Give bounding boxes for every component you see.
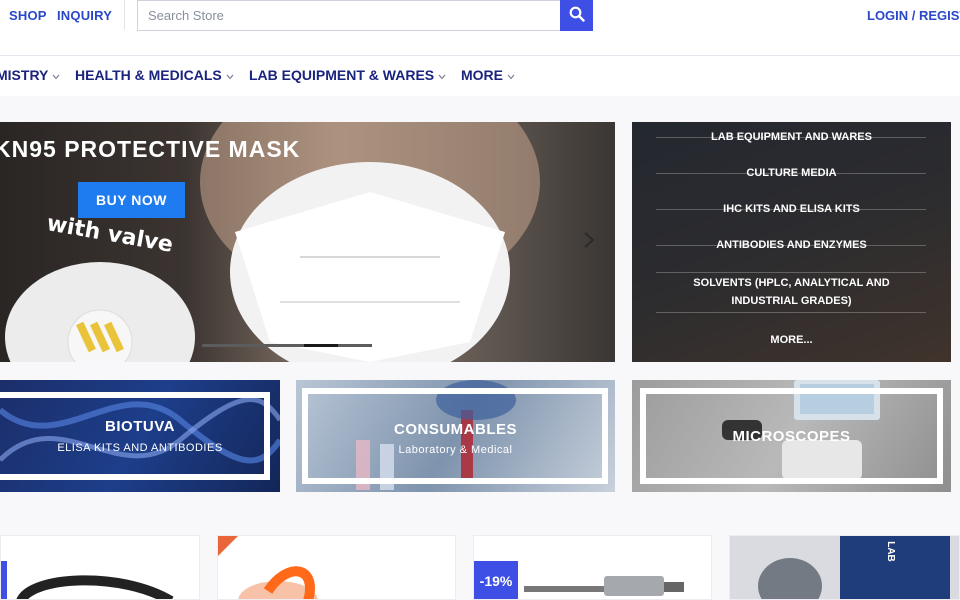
chevron-right-icon: [583, 231, 595, 254]
slider-dots: [202, 344, 372, 347]
slider-dot-active[interactable]: [304, 344, 338, 347]
product-image: [218, 536, 318, 599]
product-card[interactable]: [0, 535, 200, 600]
banner-consumables[interactable]: CONSUMABLES Laboratory & Medical: [296, 380, 615, 492]
divider: [656, 312, 926, 313]
category-more[interactable]: MORE...: [632, 331, 951, 349]
banner-frame: [0, 392, 270, 480]
divider: [656, 272, 926, 273]
category-menu: LAB EQUIPMENT AND WARES CULTURE MEDIA IH…: [632, 122, 951, 362]
nav-item-label: MISTRY: [0, 67, 49, 83]
banner-title: CONSUMABLES: [393, 421, 517, 438]
buy-now-button[interactable]: BUY NOW: [78, 182, 185, 218]
search-icon: [569, 6, 585, 25]
category-ihc-elisa-kits[interactable]: IHC KITS AND ELISA KITS: [632, 200, 951, 218]
chevron-down-icon: [226, 67, 234, 83]
nav-item-more[interactable]: MORE: [461, 67, 515, 83]
shop-link[interactable]: SHOP: [9, 8, 47, 23]
banner-subtitle: Laboratory & Medical: [398, 444, 513, 456]
product-image: [524, 576, 684, 596]
banner-title: BIOTUVA: [105, 418, 175, 435]
hero-slider: KN95 PROTECTIVE MASK BUY NOW with valve: [0, 122, 615, 362]
category-lab-equipment[interactable]: LAB EQUIPMENT AND WARES: [632, 128, 951, 146]
search-input[interactable]: [137, 0, 560, 31]
nav-item-label: LAB EQUIPMENT & WARES: [249, 67, 435, 83]
nav-item-label: MORE: [461, 67, 503, 83]
chevron-down-icon: [507, 67, 515, 83]
product-box-label: LAB: [884, 541, 896, 562]
main-nav: MISTRY HEALTH & MEDICALS LAB EQUIPMENT &…: [0, 56, 960, 96]
divider: [124, 0, 125, 30]
slider-dot[interactable]: [202, 344, 236, 347]
banner-biotuva[interactable]: BIOTUVA ELISA KITS AND ANTIBODIES: [0, 380, 280, 492]
banner-subtitle: ELISA KITS AND ANTIBODIES: [57, 442, 223, 454]
slider-dot[interactable]: [270, 344, 304, 347]
chevron-down-icon: [52, 67, 60, 83]
category-solvents[interactable]: SOLVENTS (HPLC, ANALYTICAL AND: [632, 274, 951, 292]
slider-next-button[interactable]: [578, 228, 600, 256]
slider-dot[interactable]: [338, 344, 372, 347]
product-card[interactable]: LAB: [729, 535, 960, 600]
nav-item-health-medicals[interactable]: HEALTH & MEDICALS: [75, 67, 234, 83]
product-card[interactable]: [217, 535, 456, 600]
login-register-link[interactable]: LOGIN / REGIST: [867, 8, 960, 23]
nav-item-lab-equipment[interactable]: LAB EQUIPMENT & WARES: [249, 67, 446, 83]
hero-title: KN95 PROTECTIVE MASK: [0, 136, 301, 162]
product-image: [16, 575, 174, 599]
inquiry-link[interactable]: INQUIRY: [57, 8, 112, 23]
banner-microscopes[interactable]: MICROSCOPES: [632, 380, 951, 492]
chevron-down-icon: [438, 67, 446, 83]
category-solvents-line2[interactable]: INDUSTRIAL GRADES): [632, 292, 951, 310]
top-bar: SHOP INQUIRY LOGIN / REGIST: [0, 0, 960, 56]
banner-title: MICROSCOPES: [732, 428, 851, 445]
slider-dot[interactable]: [236, 344, 270, 347]
nav-item-label: HEALTH & MEDICALS: [75, 67, 222, 83]
category-culture-media[interactable]: CULTURE MEDIA: [632, 164, 951, 182]
category-antibodies-enzymes[interactable]: ANTIBODIES AND ENZYMES: [632, 236, 951, 254]
search-button[interactable]: [560, 0, 593, 31]
search-bar: [137, 0, 593, 31]
product-card[interactable]: -19%: [473, 535, 712, 600]
product-image: [758, 536, 950, 599]
nav-item-chemistry[interactable]: MISTRY: [0, 67, 60, 83]
